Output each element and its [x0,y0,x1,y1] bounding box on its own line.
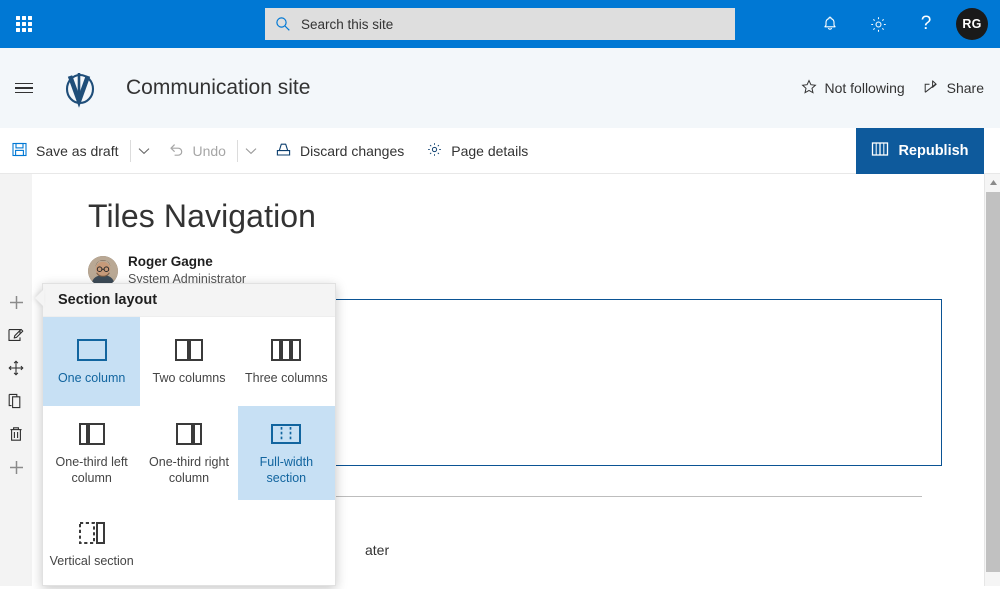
delete-section-icon[interactable] [4,422,28,446]
duplicate-section-icon[interactable] [4,389,28,413]
waffle-grid [16,16,32,32]
canvas-scrollbar[interactable] [984,174,1000,586]
layout-option-label: One-third right column [149,454,229,485]
layout-option-one-column[interactable]: One column [43,317,141,406]
section-toolbar-rail [0,174,32,586]
search-input[interactable]: Search this site [265,8,735,40]
search-placeholder: Search this site [301,16,394,32]
search-icon [275,16,297,32]
site-header: Communication site Not following Share [0,48,1000,128]
star-icon [801,78,818,98]
site-title[interactable]: Communication site [126,76,310,100]
discard-changes-icon [275,141,292,161]
author-avatar[interactable] [88,255,118,286]
help-icon[interactable]: ? [902,0,950,48]
layout-option-label: One-third left column [55,454,128,485]
republish-icon [871,141,889,161]
undo-label: Undo [192,142,226,159]
discard-changes-label: Discard changes [299,142,405,159]
site-nav-toggle-icon[interactable] [0,48,48,128]
share-label: Share [946,80,984,96]
edit-section-icon[interactable] [4,323,28,347]
undo-options-chevron-down-icon[interactable] [238,128,264,174]
save-as-draft-label: Save as draft [36,142,119,159]
layout-option-three-columns[interactable]: Three columns [238,317,335,406]
follow-label: Not following [824,80,905,96]
app-launcher-icon[interactable] [0,0,48,48]
save-icon [11,141,28,161]
layout-option-label: One column [57,371,126,386]
one-column-icon [72,336,112,364]
layout-option-label: Vertical section [49,554,134,569]
undo-icon [168,141,185,161]
section-layout-callout: Section layout One column Two columns Th… [42,283,336,586]
notifications-bell-icon[interactable] [806,0,854,48]
follow-button[interactable]: Not following [801,78,905,98]
callout-beak [35,289,44,307]
page-details-gear-icon [426,141,443,161]
one-third-left-icon [72,420,112,448]
scrollbar-thumb[interactable] [986,192,1000,572]
save-options-chevron-down-icon[interactable] [131,128,157,174]
discard-changes-button[interactable]: Discard changes [264,128,415,174]
settings-gear-icon[interactable] [854,0,902,48]
callout-heading: Section layout [43,284,335,317]
suite-bar: Search this site ? RG [0,0,1000,48]
avatar[interactable]: RG [956,8,988,40]
site-header-actions: Not following Share [801,48,984,128]
two-columns-icon [169,336,209,364]
vertical-section-icon [72,519,112,547]
layout-option-label: Full-width section [259,454,314,485]
body-text-fragment: ater [365,542,390,558]
full-width-icon [266,420,306,448]
section-layout-options: One column Two columns Three columns One… [43,317,335,589]
layout-option-one-third-right[interactable]: One-third right column [140,406,237,500]
save-as-draft-button[interactable]: Save as draft [0,128,130,174]
layout-option-label: Two columns [152,371,226,386]
share-button[interactable]: Share [923,79,984,98]
layout-option-label: Three columns [244,371,328,386]
three-columns-icon [266,336,306,364]
layout-option-vertical-section[interactable]: Vertical section [43,500,140,589]
suite-actions: ? RG [806,0,992,48]
republish-button[interactable]: Republish [856,128,984,174]
layout-option-two-columns[interactable]: Two columns [140,317,237,406]
site-logo-icon [54,62,106,114]
move-section-icon[interactable] [4,356,28,380]
one-third-right-icon [169,420,209,448]
add-section-top-button[interactable] [4,290,28,314]
add-section-bottom-button[interactable] [4,455,28,479]
republish-label: Republish [898,143,969,159]
page-details-button[interactable]: Page details [415,128,539,174]
layout-option-one-third-left[interactable]: One-third left column [43,406,140,500]
author-name: Roger Gagne [128,254,213,269]
command-bar: Save as draft Undo Discard changes Page … [0,128,1000,174]
undo-button[interactable]: Undo [157,128,237,174]
page-details-label: Page details [451,142,529,159]
page-title[interactable]: Tiles Navigation [88,198,316,235]
layout-option-full-width[interactable]: Full-width section [237,406,335,500]
share-icon [923,79,940,98]
scroll-up-arrow-icon[interactable] [985,174,1000,191]
